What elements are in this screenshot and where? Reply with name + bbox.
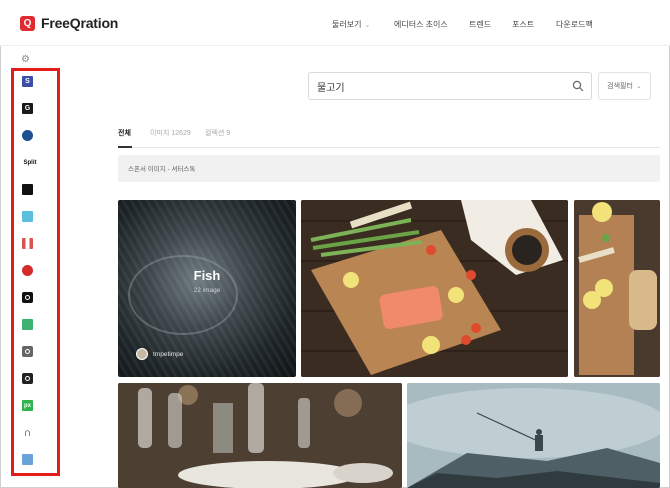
photo-fisherman[interactable] [407, 383, 660, 488]
tab-all[interactable]: 전체 [118, 128, 131, 138]
tab-divider [118, 147, 660, 148]
chevron-down-icon: ⌄ [635, 83, 642, 90]
tab-images[interactable]: 이미지 12629 [150, 128, 191, 138]
search-filter-label: 검색필터 [607, 83, 633, 90]
search-box[interactable] [308, 72, 592, 100]
photo-dinner-table[interactable] [118, 383, 402, 488]
nav-label-download-pack: 다운로드팩 [556, 20, 593, 29]
fish-gill-shape [128, 255, 238, 335]
split-icon[interactable]: Split [19, 157, 41, 168]
gear-icon[interactable]: ⚙ [20, 54, 31, 65]
px-icon[interactable]: px [22, 400, 33, 411]
nav-item-browse[interactable]: 둘러보기 ⌄ [332, 19, 370, 30]
camera-icon[interactable] [22, 292, 33, 303]
herbs-board-illustration [574, 200, 660, 377]
nav-label-trend: 트렌드 [469, 20, 492, 29]
photo-salmon-board[interactable] [301, 200, 568, 377]
dinner-table-illustration [118, 383, 402, 488]
camera-grey-icon[interactable] [22, 346, 33, 357]
salmon-board-illustration [301, 200, 568, 377]
nav-label-editors-choice: 에디터스 초이스 [394, 20, 448, 29]
collection-count: 22 image [193, 287, 221, 294]
photo-herbs-board[interactable] [574, 200, 660, 377]
tab-active-indicator [118, 146, 132, 148]
author-name: tmpetimpe [153, 350, 184, 358]
cloud-icon[interactable] [22, 211, 33, 222]
nav-label-browse: 둘러보기 [332, 20, 362, 29]
top-header: Q FreeQration 둘러보기 ⌄ 에디터스 초이스 트렌드 포스트 다운… [0, 0, 670, 46]
nav-item-trend[interactable]: 트렌드 [469, 19, 491, 30]
green-grid-icon[interactable] [22, 319, 33, 330]
nav-item-post[interactable]: 포스트 [512, 19, 534, 30]
collection-card-fish[interactable]: Fish 22 image tmpetimpe [118, 200, 296, 377]
getty-icon[interactable]: G [22, 103, 33, 114]
nav-item-editors-choice[interactable]: 에디터스 초이스 [394, 19, 448, 30]
flag-icon[interactable] [22, 238, 33, 249]
avatar [136, 348, 148, 360]
fisherman-illustration [407, 383, 660, 488]
collection-title: Fish [193, 268, 221, 283]
search-input[interactable] [317, 81, 557, 92]
nav-item-download-pack[interactable]: 다운로드팩 [556, 19, 593, 30]
chevron-down-icon: ⌄ [364, 21, 371, 29]
picture-icon[interactable] [22, 454, 33, 465]
main-nav: 둘러보기 ⌄ 에디터스 초이스 트렌드 포스트 다운로드팩 [0, 19, 670, 33]
source-sidebar: S G Split px ∩ [11, 68, 60, 476]
shutterstock-icon[interactable]: S [22, 76, 33, 87]
collection-author[interactable]: tmpetimpe [136, 348, 183, 360]
sponsor-bar[interactable]: 스폰서 이미지 - 셔터스톡 [118, 155, 660, 182]
search-filter-dropdown[interactable]: 검색필터 ⌄ [598, 72, 651, 100]
camera-dark-icon[interactable] [22, 373, 33, 384]
strawberry-icon[interactable] [22, 265, 33, 276]
nav-label-post: 포스트 [512, 20, 535, 29]
circle-logo-icon[interactable] [22, 130, 33, 141]
black-square-icon[interactable] [22, 184, 33, 195]
sponsor-text: 스폰서 이미지 - 셔터스톡 [128, 166, 196, 173]
tab-collections[interactable]: 컬렉션 9 [205, 128, 230, 138]
arch-icon[interactable]: ∩ [22, 427, 33, 439]
search-icon[interactable] [572, 80, 584, 92]
